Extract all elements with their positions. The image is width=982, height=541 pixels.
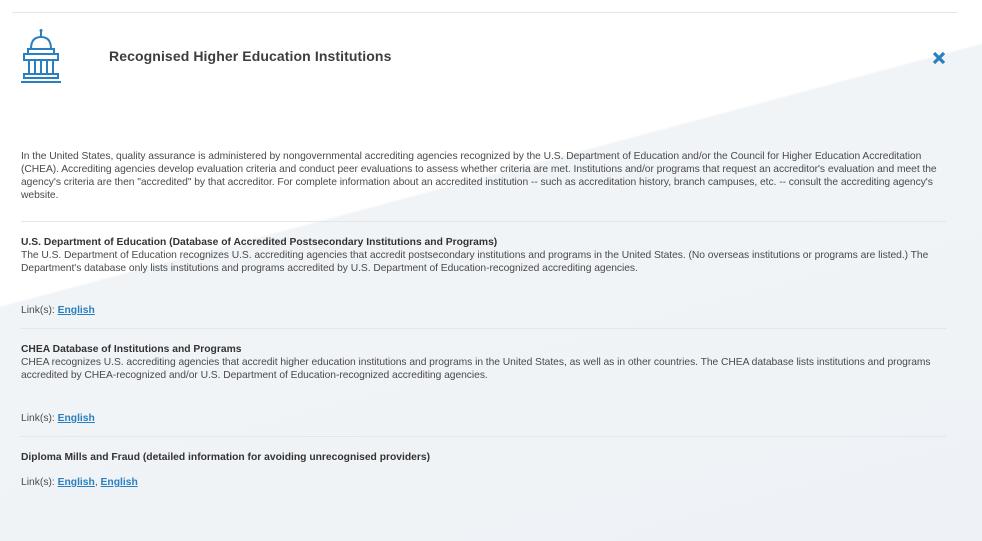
section-title: Diploma Mills and Fraud (detailed inform… <box>21 452 431 463</box>
section-links: Link(s): English <box>21 412 946 425</box>
institutions-modal: Recognised Higher Education Institutions… <box>21 28 946 489</box>
modal-header: Recognised Higher Education Institutions <box>21 28 946 88</box>
english-link[interactable]: English <box>58 413 95 424</box>
modal-title: Recognised Higher Education Institutions <box>109 48 392 64</box>
top-divider <box>12 12 957 13</box>
links-label: Link(s): <box>21 477 58 488</box>
section-title: U.S. Department of Education (Database o… <box>21 237 498 248</box>
english-link[interactable]: English <box>101 477 138 488</box>
section-title: CHEA Database of Institutions and Progra… <box>21 344 242 355</box>
intro-text: In the United States, quality assurance … <box>21 151 937 201</box>
section-description: CHEA recognizes U.S. accrediting agencie… <box>21 357 931 381</box>
institution-building-icon <box>21 29 61 83</box>
english-link[interactable]: English <box>58 477 95 488</box>
links-label: Link(s): <box>21 305 58 316</box>
section-chea-database: CHEA Database of Institutions and Progra… <box>21 329 946 437</box>
section-links: Link(s): English, English <box>21 476 946 489</box>
links-label: Link(s): <box>21 413 58 424</box>
close-icon[interactable] <box>931 50 947 66</box>
section-diploma-mills: Diploma Mills and Fraud (detailed inform… <box>21 437 946 489</box>
section-description: The U.S. Department of Education recogni… <box>21 250 929 274</box>
english-link[interactable]: English <box>58 305 95 316</box>
section-links: Link(s): English <box>21 304 946 317</box>
section-us-department-of-education: U.S. Department of Education (Database o… <box>21 222 946 329</box>
